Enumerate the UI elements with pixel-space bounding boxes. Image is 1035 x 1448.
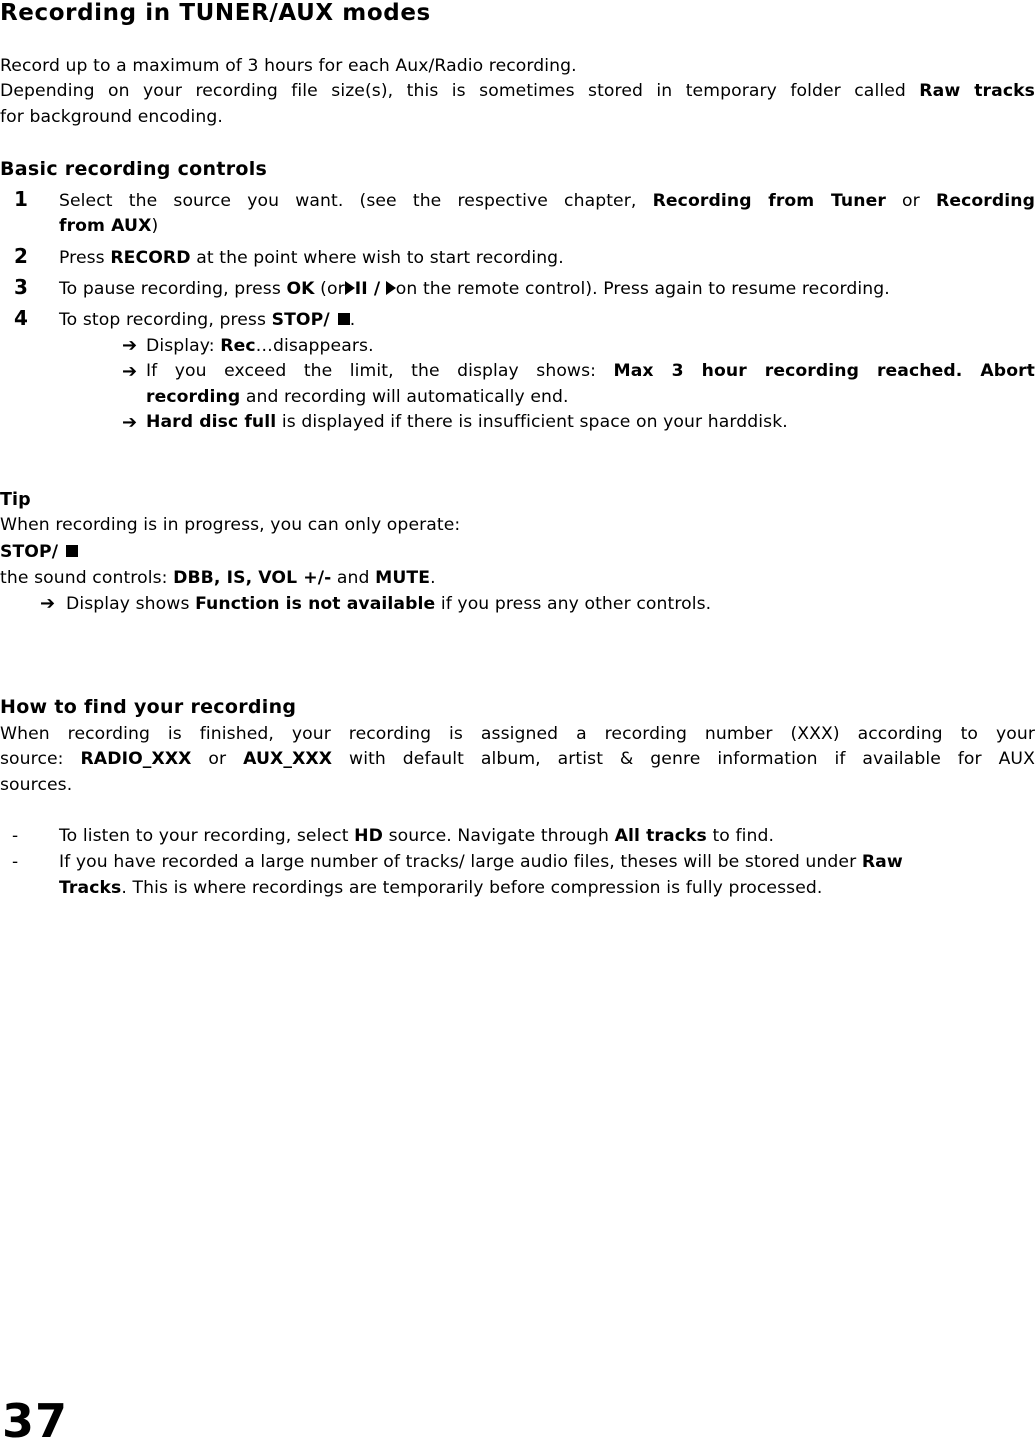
arrow-right-icon: ➔ xyxy=(122,335,138,356)
page-title: Recording in TUNER/AUX modes xyxy=(0,0,431,26)
stop-icon xyxy=(337,313,350,325)
ok-key: OK xyxy=(286,279,315,299)
aux-filename: AUX_XXX xyxy=(243,749,333,769)
result-text: is displayed if there is insufficient sp… xyxy=(281,412,788,432)
intro-line-3: for background encoding. xyxy=(0,107,224,127)
arrow-right-icon: ➔ xyxy=(122,361,138,382)
hd-source: HD xyxy=(354,826,383,846)
raw-tracks-folder: Tracks xyxy=(59,878,122,898)
step-text: To stop recording, press xyxy=(59,310,267,330)
tip-line-1: When recording is in progress, you can o… xyxy=(0,515,461,535)
step-number: 4 xyxy=(14,306,28,330)
bullet-item-continuation: Tracks. This is where recordings are tem… xyxy=(59,876,822,902)
display-message: Function is not available xyxy=(195,594,436,614)
stop-icon xyxy=(66,545,79,557)
step-3-text: To pause recording, press OK (or II / on … xyxy=(59,277,890,303)
raw-tracks-folder: Raw xyxy=(861,852,903,872)
tip-text: . xyxy=(430,568,436,588)
arrow-right-icon: ➔ xyxy=(40,593,56,614)
section-heading-find-recording: How to find your recording xyxy=(0,696,297,718)
all-tracks-menu: All tracks xyxy=(614,826,707,846)
stop-key: STOP/ xyxy=(271,310,330,330)
tip-line-2: STOP/ xyxy=(0,540,79,566)
play-icon xyxy=(385,281,396,295)
step-number: 2 xyxy=(14,244,28,268)
result-line: Hard disc full is displayed if there is … xyxy=(146,410,788,436)
chapter-ref-aux-cont: from AUX xyxy=(59,216,152,236)
step-text: on the remote control). Press again to r… xyxy=(395,279,890,299)
bullet-text: . This is where recordings are temporari… xyxy=(121,878,823,898)
display-message: Max 3 hour recording reached. Abort xyxy=(613,361,1035,381)
record-key: RECORD xyxy=(110,248,191,268)
step-2-text: Press RECORD at the point where wish to … xyxy=(59,246,564,272)
radio-filename: RADIO_XXX xyxy=(80,749,192,769)
intro-text: Depending on your recording file size(s)… xyxy=(0,81,906,101)
step-text: . xyxy=(349,310,356,330)
bullet-text: source. Navigate through xyxy=(388,826,610,846)
stop-key: STOP/ xyxy=(0,542,59,562)
step-text: Select the source you want. (see the res… xyxy=(59,191,637,211)
find-para-line-1: When recording is finished, your recordi… xyxy=(0,724,1035,744)
arrow-right-icon: ➔ xyxy=(122,412,138,433)
result-text: If you exceed the limit, the display sho… xyxy=(146,361,597,381)
find-text: source: xyxy=(0,749,64,769)
step-number: 1 xyxy=(14,187,28,211)
find-para-line-2: source: RADIO_XXX or AUX_XXX with defaul… xyxy=(0,747,1035,773)
display-message: Hard disc full xyxy=(146,412,277,432)
step-text: or xyxy=(902,191,920,211)
result-line-continuation: recording and recording will automatical… xyxy=(146,385,569,411)
chapter-ref-aux: Recording xyxy=(935,191,1035,211)
step-text: at the point where wish to start recordi… xyxy=(196,248,564,268)
mute-key: MUTE xyxy=(375,568,431,588)
result-text: Display: xyxy=(146,336,215,356)
step-1-continuation: from AUX) xyxy=(59,214,158,240)
tip-heading: Tip xyxy=(0,490,31,510)
intro-line-1: Record up to a maximum of 3 hours for ea… xyxy=(0,56,577,76)
result-line: Display: Rec…disappears. xyxy=(146,334,374,360)
find-text: or xyxy=(208,749,227,769)
step-text: (or xyxy=(320,279,345,299)
step-text: Press xyxy=(59,248,105,268)
pause-bars-label: II / xyxy=(354,279,381,299)
manual-page: Recording in TUNER/AUX modes Record up t… xyxy=(0,0,1035,1446)
step-4-text: To stop recording, press STOP/. xyxy=(59,308,355,334)
display-message: Rec xyxy=(220,336,256,356)
find-text: with default album, artist & genre infor… xyxy=(349,749,1035,769)
display-message: recording xyxy=(146,387,241,407)
find-para-line-3: sources. xyxy=(0,775,73,795)
bullet-text: to find. xyxy=(712,826,775,846)
raw-tracks-term: Raw tracks xyxy=(919,81,1035,101)
step-number: 3 xyxy=(14,275,28,299)
bullet-dash: - xyxy=(12,826,19,846)
step-text: To pause recording, press xyxy=(59,279,281,299)
bullet-item: To listen to your recording, select HD s… xyxy=(59,824,774,850)
tip-text: if you press any other controls. xyxy=(440,594,712,614)
bullet-item: If you have recorded a large number of t… xyxy=(59,850,903,876)
bullet-dash: - xyxy=(12,852,19,872)
tip-text: Display shows xyxy=(66,594,190,614)
chapter-ref-tuner: Recording from Tuner xyxy=(652,191,886,211)
tip-text: and xyxy=(336,568,370,588)
page-number: 37 xyxy=(2,1394,69,1448)
tip-text: the sound controls: xyxy=(0,568,168,588)
tip-result: Display shows Function is not available … xyxy=(66,592,711,618)
step-text: ) xyxy=(151,216,159,236)
tip-line-3: the sound controls: DBB, IS, VOL +/- and… xyxy=(0,566,436,592)
section-heading-basic-controls: Basic recording controls xyxy=(0,158,268,180)
bullet-text: If you have recorded a large number of t… xyxy=(59,852,857,872)
result-line: If you exceed the limit, the display sho… xyxy=(146,359,1035,385)
play-pause-icon xyxy=(344,281,355,295)
result-text: and recording will automatically end. xyxy=(245,387,569,407)
bullet-text: To listen to your recording, select xyxy=(59,826,349,846)
result-text: …disappears. xyxy=(255,336,374,356)
step-1-text: Select the source you want. (see the res… xyxy=(59,189,1035,215)
sound-control-keys: DBB, IS, VOL +/- xyxy=(173,568,332,588)
intro-line-2: Depending on your recording file size(s)… xyxy=(0,79,1035,105)
